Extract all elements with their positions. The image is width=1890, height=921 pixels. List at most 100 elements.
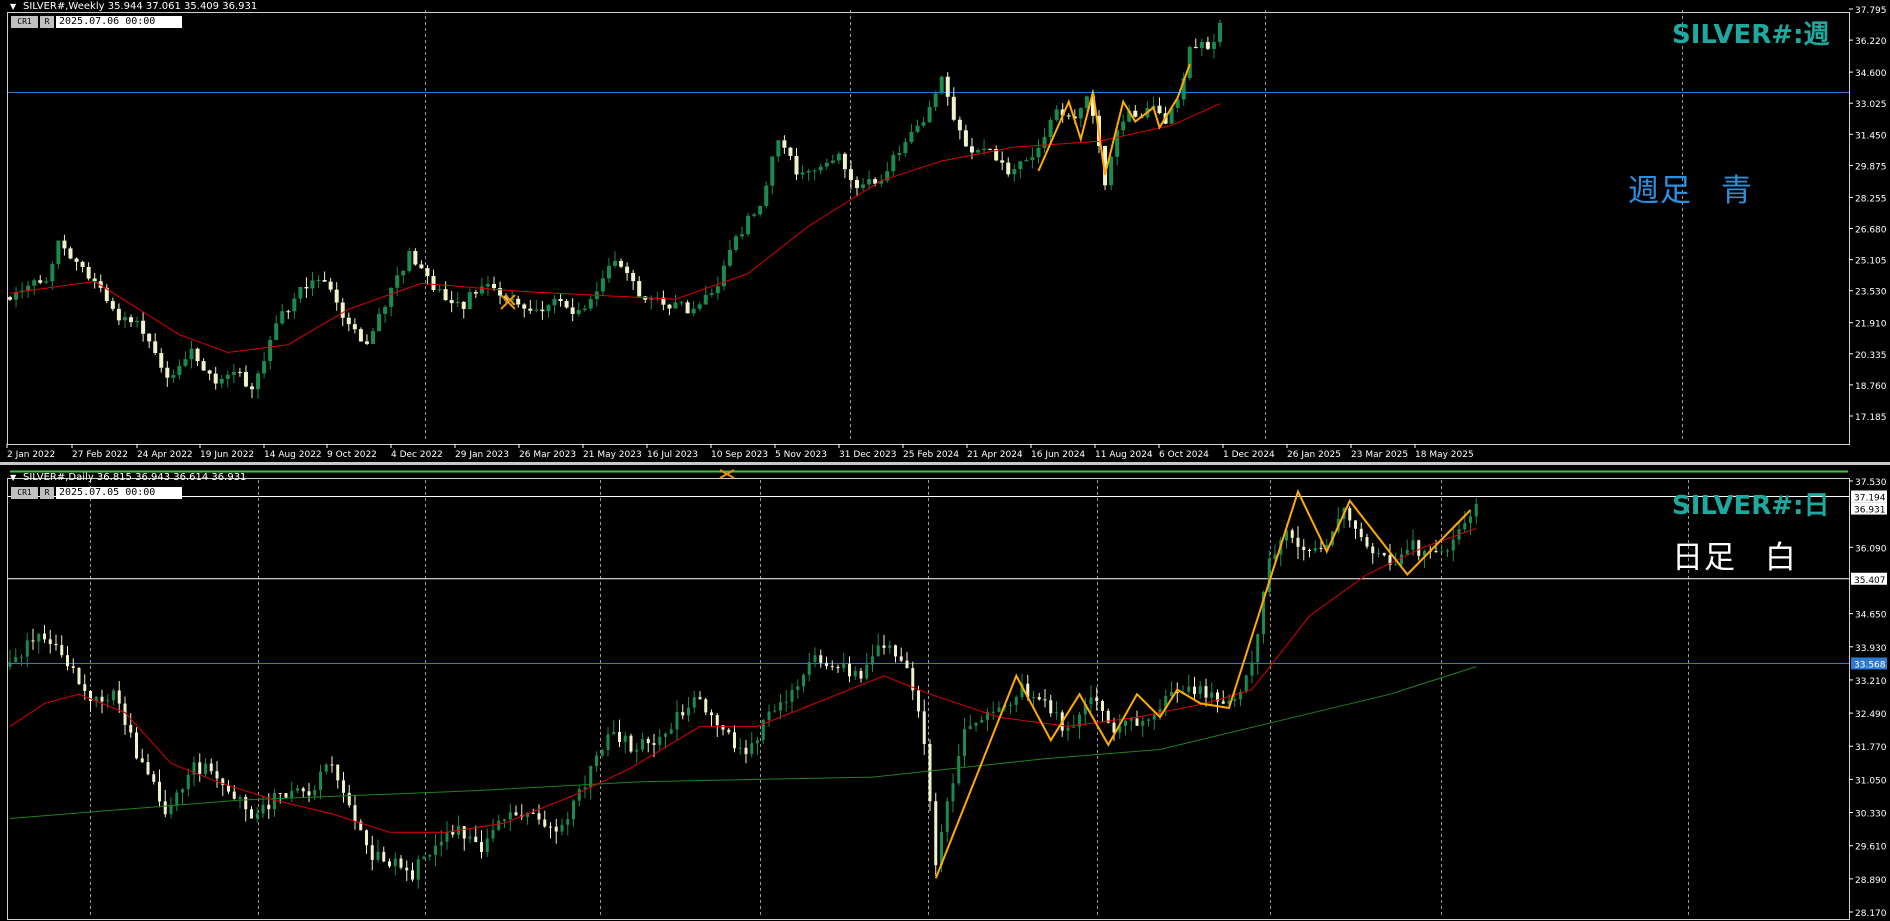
candle-body	[522, 304, 527, 309]
candle-body	[1405, 549, 1409, 555]
candle-body	[867, 179, 872, 185]
candle-body	[1313, 547, 1317, 551]
candle-body	[1199, 42, 1204, 49]
candle-body	[443, 289, 448, 301]
candle-body	[238, 796, 242, 799]
candle-body	[641, 738, 644, 750]
price-tick-label: 36.220	[1855, 37, 1887, 47]
candle-body	[1009, 704, 1012, 706]
candle-body	[393, 858, 397, 867]
candle-body	[646, 738, 650, 744]
candle-body	[788, 147, 793, 156]
weekly-collapse-icon[interactable]: ▼	[10, 2, 16, 11]
candle-body	[225, 374, 230, 379]
candle-body	[237, 371, 242, 373]
time-tick-label: 11 Aug 2024	[1095, 450, 1153, 460]
candle-body	[746, 215, 751, 235]
candle-body	[899, 656, 903, 661]
candle-body	[503, 819, 506, 821]
candle-body	[790, 689, 794, 702]
candle-body	[1089, 697, 1093, 705]
candle-body	[859, 670, 863, 679]
candle-body	[195, 348, 200, 362]
candle-body	[1049, 700, 1053, 714]
candle-body	[336, 764, 340, 781]
candle-body	[546, 305, 551, 312]
daily-cr1-button[interactable]: CR1	[11, 487, 38, 499]
candle-body	[905, 660, 909, 669]
candle-body	[480, 842, 483, 852]
weekly-cr1-button[interactable]: CR1	[11, 16, 38, 28]
candle-body	[1411, 540, 1415, 550]
candle-body	[928, 743, 932, 802]
candle-body	[110, 301, 115, 309]
candle-body	[492, 284, 496, 289]
candle-body	[566, 819, 570, 825]
candle-body	[917, 690, 920, 712]
candle-body	[1198, 686, 1202, 695]
candle-body	[600, 750, 604, 756]
time-tick-label: 10 Sep 2023	[711, 450, 768, 460]
price-tick-label: 33.210	[1855, 677, 1887, 687]
daily-r-button[interactable]: R	[40, 487, 54, 499]
candle-body	[310, 280, 315, 289]
candle-body	[606, 734, 610, 751]
candle-body	[756, 740, 759, 744]
candle-body	[1024, 160, 1029, 162]
candle-body	[802, 674, 805, 687]
candle-body	[1101, 701, 1104, 711]
price-tick-label: 29.610	[1855, 843, 1887, 853]
candle-body	[163, 801, 167, 815]
candle-body	[117, 690, 121, 704]
candle-body	[141, 320, 146, 334]
candle-body	[262, 361, 267, 374]
candle-body	[934, 801, 938, 866]
candle-body	[439, 841, 443, 846]
candle-body	[405, 867, 409, 871]
candle-body	[629, 735, 633, 752]
candle-body	[56, 240, 61, 265]
candle-body	[491, 830, 495, 839]
candle-body	[158, 781, 161, 802]
candle-body	[169, 805, 173, 815]
candle-body	[451, 832, 455, 835]
candle-body	[733, 732, 736, 749]
candle-body	[1147, 719, 1150, 721]
candle-body	[186, 774, 190, 790]
daily-collapse-icon[interactable]: ▼	[10, 473, 16, 482]
candle-body	[894, 645, 897, 657]
weekly-symbol-label: SILVER#:週	[1672, 20, 1830, 50]
candle-body	[14, 292, 19, 300]
candle-body	[1210, 692, 1214, 698]
candle-body	[1042, 136, 1047, 148]
candle-body	[261, 804, 265, 814]
candle-body	[679, 302, 684, 304]
candle-body	[842, 153, 847, 170]
price-tick-label: 31.770	[1855, 743, 1887, 753]
candle-body	[752, 214, 757, 216]
candle-body	[922, 711, 926, 744]
candle-body	[1193, 47, 1198, 49]
candle-body	[612, 732, 616, 735]
candle-body	[758, 206, 763, 215]
price-tick-label: 17.185	[1855, 413, 1887, 423]
candle-body	[570, 307, 575, 314]
candle-body	[485, 838, 489, 852]
candle-body	[273, 792, 276, 810]
candle-body	[215, 771, 219, 779]
candle-body	[1250, 662, 1254, 676]
candle-body	[296, 788, 299, 791]
candle-body	[431, 275, 436, 291]
candle-body	[734, 236, 738, 250]
candle-body	[479, 286, 484, 294]
candle-body	[855, 180, 859, 188]
price-label: 33.568	[1854, 660, 1886, 670]
candle-body	[243, 372, 248, 387]
candle-body	[497, 820, 501, 831]
candle-body	[54, 643, 58, 646]
candle-body	[284, 793, 288, 798]
price-tick-label: 28.890	[1855, 876, 1887, 886]
weekly-r-button[interactable]: R	[40, 16, 54, 28]
candle-body	[631, 272, 636, 282]
candle-body	[419, 264, 424, 269]
